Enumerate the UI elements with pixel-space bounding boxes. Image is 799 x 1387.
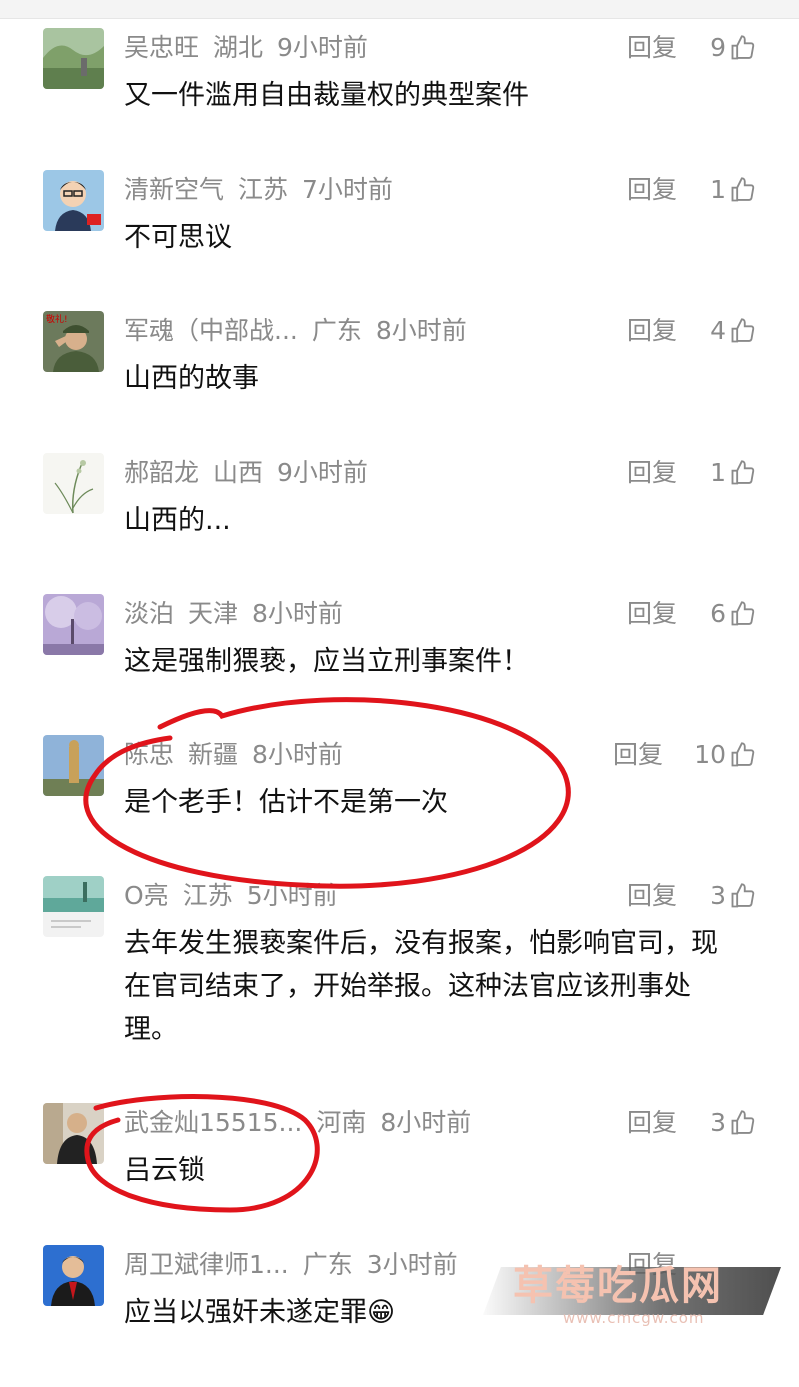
comment-meta: 军魂（中部战... 广东 8小时前 — [124, 311, 481, 351]
orchid-avatar[interactable] — [43, 453, 104, 514]
comment-item: 陈忠 新疆 8小时前 回复 10 是个老手！估计不是第一次 — [0, 735, 799, 855]
thumbs-up-icon — [731, 35, 755, 60]
comment-text: 不可思议 — [124, 222, 232, 253]
top-divider — [0, 0, 799, 19]
timestamp: 8小时前 — [252, 740, 343, 769]
statue-avatar[interactable] — [43, 735, 104, 796]
timestamp: 8小时前 — [375, 316, 467, 345]
thumbs-up-icon — [731, 601, 755, 626]
reply-button[interactable]: 回复 — [627, 1103, 677, 1143]
reply-button[interactable]: 回复 — [613, 735, 663, 775]
like-button[interactable]: 3 — [710, 876, 757, 916]
comment-meta: 武金灿15515... 河南 8小时前 — [124, 1103, 485, 1143]
like-count: 4 — [710, 316, 726, 345]
region: 新疆 — [188, 740, 239, 769]
cartoon-man-avatar[interactable] — [43, 170, 104, 231]
like-count: 1 — [710, 175, 726, 204]
comment-meta: 淡泊 天津 8小时前 — [124, 594, 357, 634]
comment-meta: 陈忠 新疆 8小时前 — [124, 735, 357, 775]
like-button[interactable]: 6 — [710, 594, 757, 634]
svg-text:敬礼!: 敬礼! — [46, 313, 68, 325]
like-button[interactable]: 1 — [710, 170, 757, 210]
comment-meta: 周卫斌律师1... 广东 3小时前 — [124, 1245, 472, 1285]
watermark: 草莓吃瓜网 www.cmcgw.com — [483, 1247, 783, 1337]
comment-item: 清新空气 江苏 7小时前 回复 1 不可思议 — [0, 170, 799, 290]
region: 江苏 — [182, 881, 233, 910]
reply-button[interactable]: 回复 — [627, 453, 677, 493]
region: 河南 — [316, 1108, 367, 1137]
watermark-url: www.cmcgw.com — [563, 1309, 705, 1327]
comment-text: 山西的故事 — [124, 363, 259, 394]
username[interactable]: 陈忠 — [124, 740, 174, 769]
thumbs-up-icon — [731, 318, 755, 343]
region: 江苏 — [238, 175, 289, 204]
comment-item: 武金灿15515... 河南 8小时前 回复 3 吕云锁 — [0, 1103, 799, 1223]
region: 湖北 — [213, 33, 264, 62]
timestamp: 9小时前 — [277, 458, 368, 487]
thumbs-up-icon — [731, 883, 755, 908]
timestamp: 8小时前 — [380, 1108, 472, 1137]
soldier-salute-avatar[interactable]: 敬礼! — [43, 311, 104, 372]
like-button[interactable]: 9 — [710, 28, 757, 68]
landscape-avatar[interactable] — [43, 28, 104, 89]
like-button[interactable]: 1 — [710, 453, 757, 493]
comment-text: 去年发生猥亵案件后，没有报案，怕影响官司，现在官司结束了，开始举报。这种法官应该… — [124, 928, 718, 1045]
like-count: 1 — [710, 458, 726, 487]
timestamp: 8小时前 — [252, 599, 343, 628]
reply-button[interactable]: 回复 — [627, 28, 677, 68]
username[interactable]: 郝韶龙 — [124, 458, 199, 487]
comment-item: 淡泊 天津 8小时前 回复 6 这是强制猥亵，应当立刑事案件！ — [0, 594, 799, 714]
username[interactable]: 周卫斌律师1... — [124, 1250, 289, 1279]
thumbs-up-icon — [731, 1110, 755, 1135]
comment-meta: 吴忠旺 湖北 9小时前 — [124, 28, 382, 68]
reply-button[interactable]: 回复 — [627, 311, 677, 351]
region: 广东 — [302, 1250, 353, 1279]
username[interactable]: 清新空气 — [124, 175, 224, 204]
comment-text: 这是强制猥亵，应当立刑事案件！ — [124, 646, 529, 677]
like-button[interactable]: 3 — [710, 1103, 757, 1143]
username[interactable]: 吴忠旺 — [124, 33, 199, 62]
like-count: 10 — [694, 740, 726, 769]
thumbs-up-icon — [731, 742, 755, 767]
comment-item: 敬礼! 军魂（中部战... 广东 8小时前 回复 4 山西的故事 — [0, 311, 799, 431]
person-avatar[interactable] — [43, 1103, 104, 1164]
reply-button[interactable]: 回复 — [627, 170, 677, 210]
timestamp: 3小时前 — [366, 1250, 458, 1279]
username[interactable]: 淡泊 — [124, 599, 174, 628]
region: 天津 — [188, 599, 239, 628]
watermark-title: 草莓吃瓜网 — [513, 1263, 723, 1309]
like-count: 9 — [710, 33, 726, 62]
timestamp: 9小时前 — [277, 33, 368, 62]
comment-text: 是个老手！估计不是第一次 — [124, 787, 448, 818]
lake-avatar[interactable] — [43, 876, 104, 937]
comment-text: 山西的... — [124, 505, 231, 536]
like-button[interactable]: 4 — [710, 311, 757, 351]
like-count: 3 — [710, 881, 726, 910]
timestamp: 7小时前 — [302, 175, 393, 204]
timestamp: 5小时前 — [246, 881, 338, 910]
like-count: 3 — [710, 1108, 726, 1137]
region: 广东 — [311, 316, 362, 345]
region: 山西 — [213, 458, 264, 487]
comment-item: 吴忠旺 湖北 9小时前 回复 9 又一件滥用自由裁量权的典型案件 — [0, 28, 799, 148]
comment-meta: 清新空气 江苏 7小时前 — [124, 170, 407, 210]
username[interactable]: 武金灿15515... — [124, 1108, 302, 1137]
comment-text: 又一件滥用自由裁量权的典型案件 — [124, 80, 529, 111]
reply-button[interactable]: 回复 — [627, 876, 677, 916]
comment-meta: 郝韶龙 山西 9小时前 — [124, 453, 382, 493]
thumbs-up-icon — [731, 177, 755, 202]
comment-text: 吕云锁 — [124, 1155, 205, 1186]
comment-item: O亮 江苏 5小时前 回复 3 去年发生猥亵案件后，没有报案，怕影响官司，现在官司结… — [0, 876, 799, 1076]
username[interactable]: 军魂（中部战... — [124, 316, 298, 345]
like-button[interactable]: 10 — [694, 735, 757, 775]
comment-meta: O亮 江苏 5小时前 — [124, 876, 352, 916]
username[interactable]: O亮 — [124, 881, 169, 910]
reply-button[interactable]: 回复 — [627, 594, 677, 634]
like-count: 6 — [710, 599, 726, 628]
comment-item: 郝韶龙 山西 9小时前 回复 1 山西的... — [0, 453, 799, 573]
purple-tree-avatar[interactable] — [43, 594, 104, 655]
lawyer-avatar[interactable] — [43, 1245, 104, 1306]
thumbs-up-icon — [731, 460, 755, 485]
